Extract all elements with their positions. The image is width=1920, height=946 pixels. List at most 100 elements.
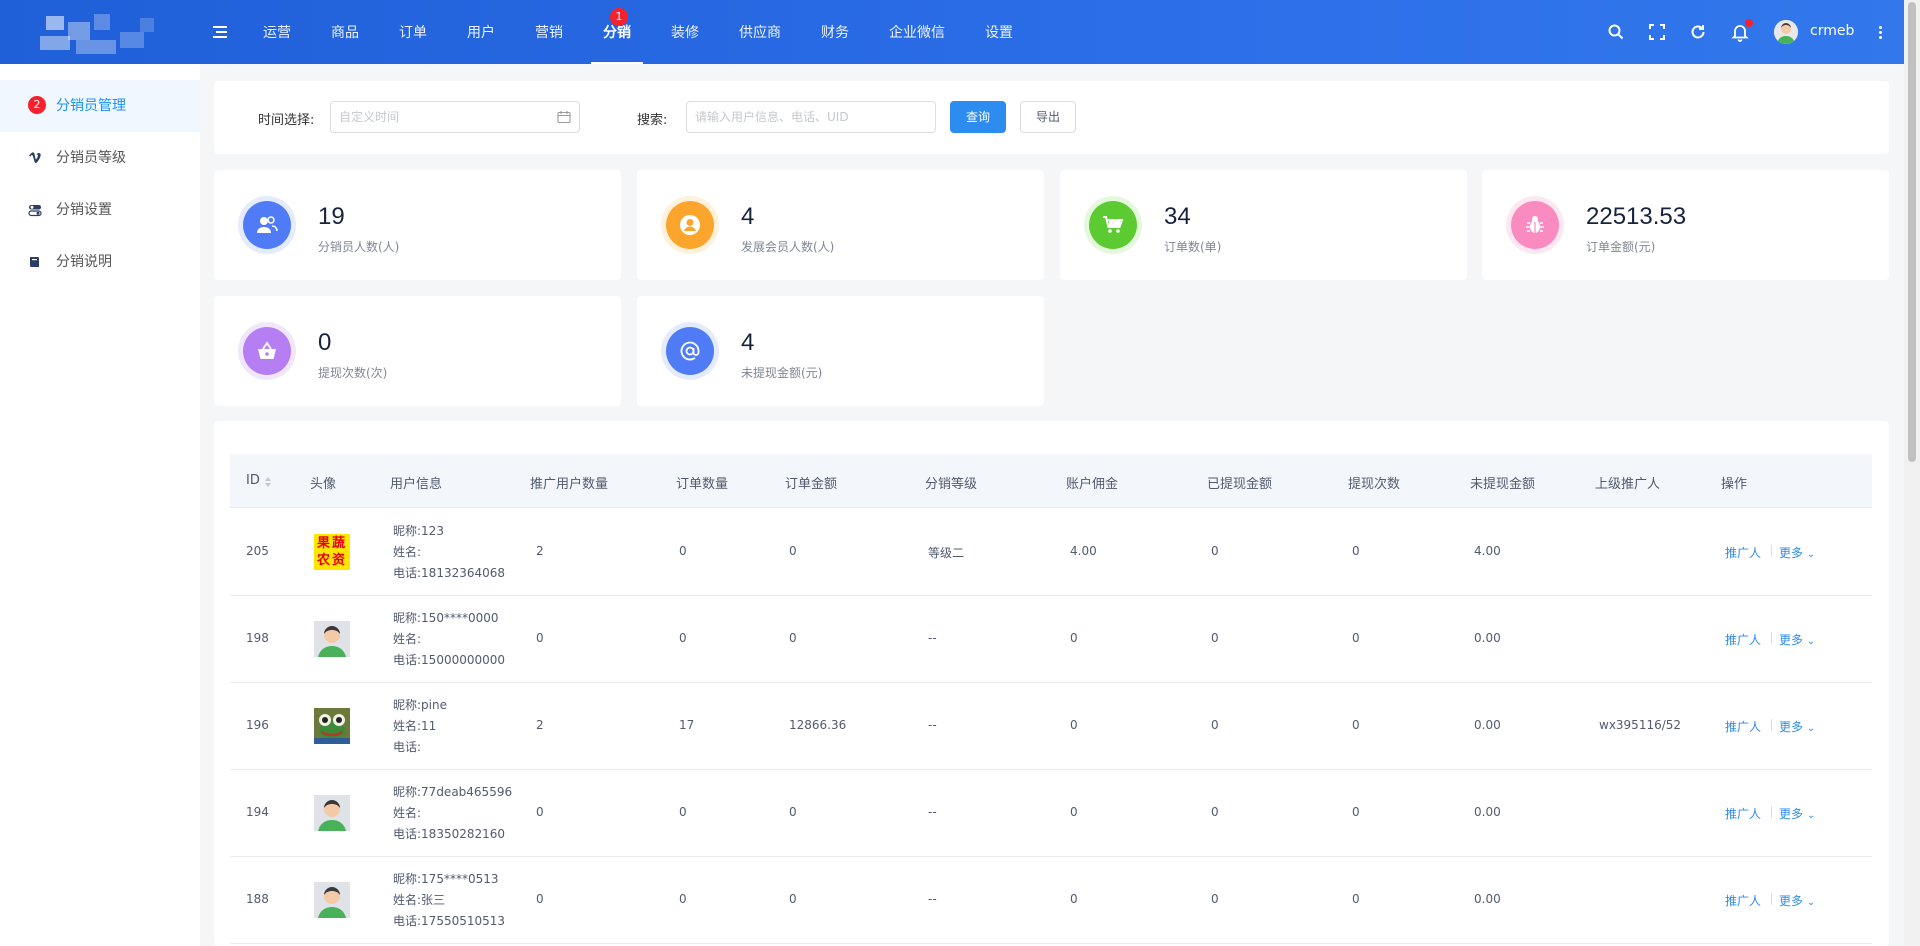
avatar[interactable] <box>1774 20 1798 44</box>
stat-value: 0 <box>318 329 332 356</box>
divider <box>1771 719 1772 731</box>
sidebar-item-label: 分销员管理 <box>56 98 126 114</box>
cell-pending: 0.00 <box>1474 805 1501 819</box>
nav-item-products[interactable]: 商品 <box>319 0 371 64</box>
nav-item-decoration[interactable]: 装修 <box>659 0 711 64</box>
stat-icon-circle <box>1511 201 1559 249</box>
nav-item-orders[interactable]: 订单 <box>387 0 439 64</box>
stat-card-distributors: 19 分销员人数(人) <box>214 170 621 280</box>
nav-item-finance[interactable]: 财务 <box>809 0 861 64</box>
fullscreen-icon[interactable] <box>1647 22 1667 42</box>
search-input[interactable]: 请输入用户信息、电话、UID <box>686 101 936 133</box>
export-button[interactable]: 导出 <box>1020 101 1076 133</box>
col-promoted-users: 推广用户数量 <box>530 477 609 492</box>
nav-item-distribution[interactable]: 分销 1 <box>591 0 643 64</box>
more-label: 更多 <box>1779 633 1804 647</box>
refresh-icon[interactable] <box>1688 22 1708 42</box>
time-label: 时间选择: <box>258 113 315 128</box>
users-icon <box>257 216 278 233</box>
col-id[interactable]: ID <box>246 473 260 488</box>
stat-icon-circle <box>666 327 714 375</box>
search-icon[interactable] <box>1606 22 1626 42</box>
bug-icon <box>1526 216 1544 233</box>
query-button[interactable]: 查询 <box>950 101 1006 133</box>
table-row: 188 昵称:175****0513 姓名:张三 电话:17550510513 … <box>230 857 1872 944</box>
cell-pending: 0.00 <box>1474 892 1501 906</box>
stat-value: 22513.53 <box>1586 203 1687 230</box>
avatar <box>314 882 350 918</box>
col-pending: 未提现金额 <box>1470 477 1536 492</box>
cell-id: 205 <box>246 544 269 558</box>
phone: 电话:18350282160 <box>393 827 506 841</box>
cell-pending: 0.00 <box>1474 718 1501 732</box>
sidebar-item-distributor-level[interactable]: 分销员等级 <box>0 132 200 184</box>
more-dropdown[interactable]: 更多 ⌄ <box>1779 544 1815 561</box>
more-vertical-icon[interactable] <box>1876 22 1886 42</box>
col-withdrawn: 已提现金额 <box>1207 477 1273 492</box>
cell-pending: 0.00 <box>1474 631 1501 645</box>
stat-icon-ring <box>238 196 296 254</box>
sidebar-item-distribution-settings[interactable]: 分销设置 <box>0 184 200 236</box>
date-range-input[interactable]: 自定义时间 <box>330 101 580 133</box>
stat-value: 34 <box>1164 203 1191 230</box>
promoter-link[interactable]: 推广人 <box>1725 892 1761 909</box>
cell-upline: wx395116/52 <box>1599 718 1682 732</box>
nav-item-settings[interactable]: 设置 <box>973 0 1025 64</box>
logo[interactable] <box>40 12 158 56</box>
cell-times: 0 <box>1352 805 1360 819</box>
vimeo-icon <box>29 152 41 163</box>
cell-level: 等级二 <box>928 546 965 560</box>
main-nav: 运营 商品 订单 用户 营销 分销 1 装修 供应商 财务 企业微信 设置 <box>251 0 1041 64</box>
user-info: 昵称:175****0513 姓名:张三 电话:17550510513 <box>393 869 505 932</box>
cell-amount: 0 <box>789 892 797 906</box>
cell-orders: 17 <box>679 718 695 732</box>
stat-card-pending-withdraw: 4 未提现金额(元) <box>637 296 1044 406</box>
stat-icon-circle <box>666 201 714 249</box>
user-info: 昵称:77deab465596 姓名: 电话:18350282160 <box>393 782 512 845</box>
col-commission: 账户佣金 <box>1066 477 1119 492</box>
user-name[interactable]: crmeb <box>1810 23 1854 39</box>
promoter-link[interactable]: 推广人 <box>1725 544 1761 561</box>
cell-orders: 0 <box>679 892 687 906</box>
more-dropdown[interactable]: 更多 ⌄ <box>1779 718 1815 735</box>
nav-item-operations[interactable]: 运营 <box>251 0 303 64</box>
sidebar-item-label: 分销设置 <box>56 202 112 218</box>
notification-dot <box>1745 19 1753 27</box>
bell-icon[interactable] <box>1730 19 1753 42</box>
promoter-link[interactable]: 推广人 <box>1725 631 1761 648</box>
scrollbar-thumb[interactable] <box>1908 2 1916 462</box>
avatar <box>314 795 350 831</box>
sort-icon[interactable] <box>264 476 272 488</box>
calendar-icon <box>557 111 571 124</box>
sidebar-item-label: 分销说明 <box>56 254 112 270</box>
real-name: 姓名:张三 <box>393 893 446 907</box>
more-dropdown[interactable]: 更多 ⌄ <box>1779 805 1815 822</box>
scrollbar[interactable] <box>1904 0 1920 946</box>
sidebar-item-distributor-management[interactable]: 2 分销员管理 <box>0 80 200 132</box>
cell-commission: 0 <box>1070 718 1078 732</box>
nickname: 昵称:123 <box>393 524 444 538</box>
avatar <box>314 621 350 657</box>
divider <box>1771 545 1772 557</box>
cell-promo: 2 <box>536 544 544 558</box>
nav-item-wecom[interactable]: 企业微信 <box>877 0 957 64</box>
toggle-icon <box>28 205 42 217</box>
filter-card: 时间选择: 自定义时间 搜索: 请输入用户信息、电话、UID 查询 导出 <box>214 81 1889 154</box>
stat-label: 未提现金额(元) <box>741 366 823 380</box>
more-dropdown[interactable]: 更多 ⌄ <box>1779 631 1815 648</box>
sidebar-item-distribution-guide[interactable]: 分销说明 <box>0 236 200 288</box>
cell-amount: 0 <box>789 544 797 558</box>
more-dropdown[interactable]: 更多 ⌄ <box>1779 892 1815 909</box>
cell-id: 198 <box>246 631 269 645</box>
nav-item-marketing[interactable]: 营销 <box>523 0 575 64</box>
search-label: 搜索: <box>637 113 668 128</box>
phone: 电话:15000000000 <box>393 653 506 667</box>
nav-item-users[interactable]: 用户 <box>455 0 507 64</box>
nav-item-supplier[interactable]: 供应商 <box>727 0 793 64</box>
more-label: 更多 <box>1779 894 1804 908</box>
promoter-link[interactable]: 推广人 <box>1725 718 1761 735</box>
cell-times: 0 <box>1352 544 1360 558</box>
menu-collapse-icon[interactable] <box>210 22 230 42</box>
promoter-link[interactable]: 推广人 <box>1725 805 1761 822</box>
chevron-down-icon: ⌄ <box>1806 897 1816 908</box>
